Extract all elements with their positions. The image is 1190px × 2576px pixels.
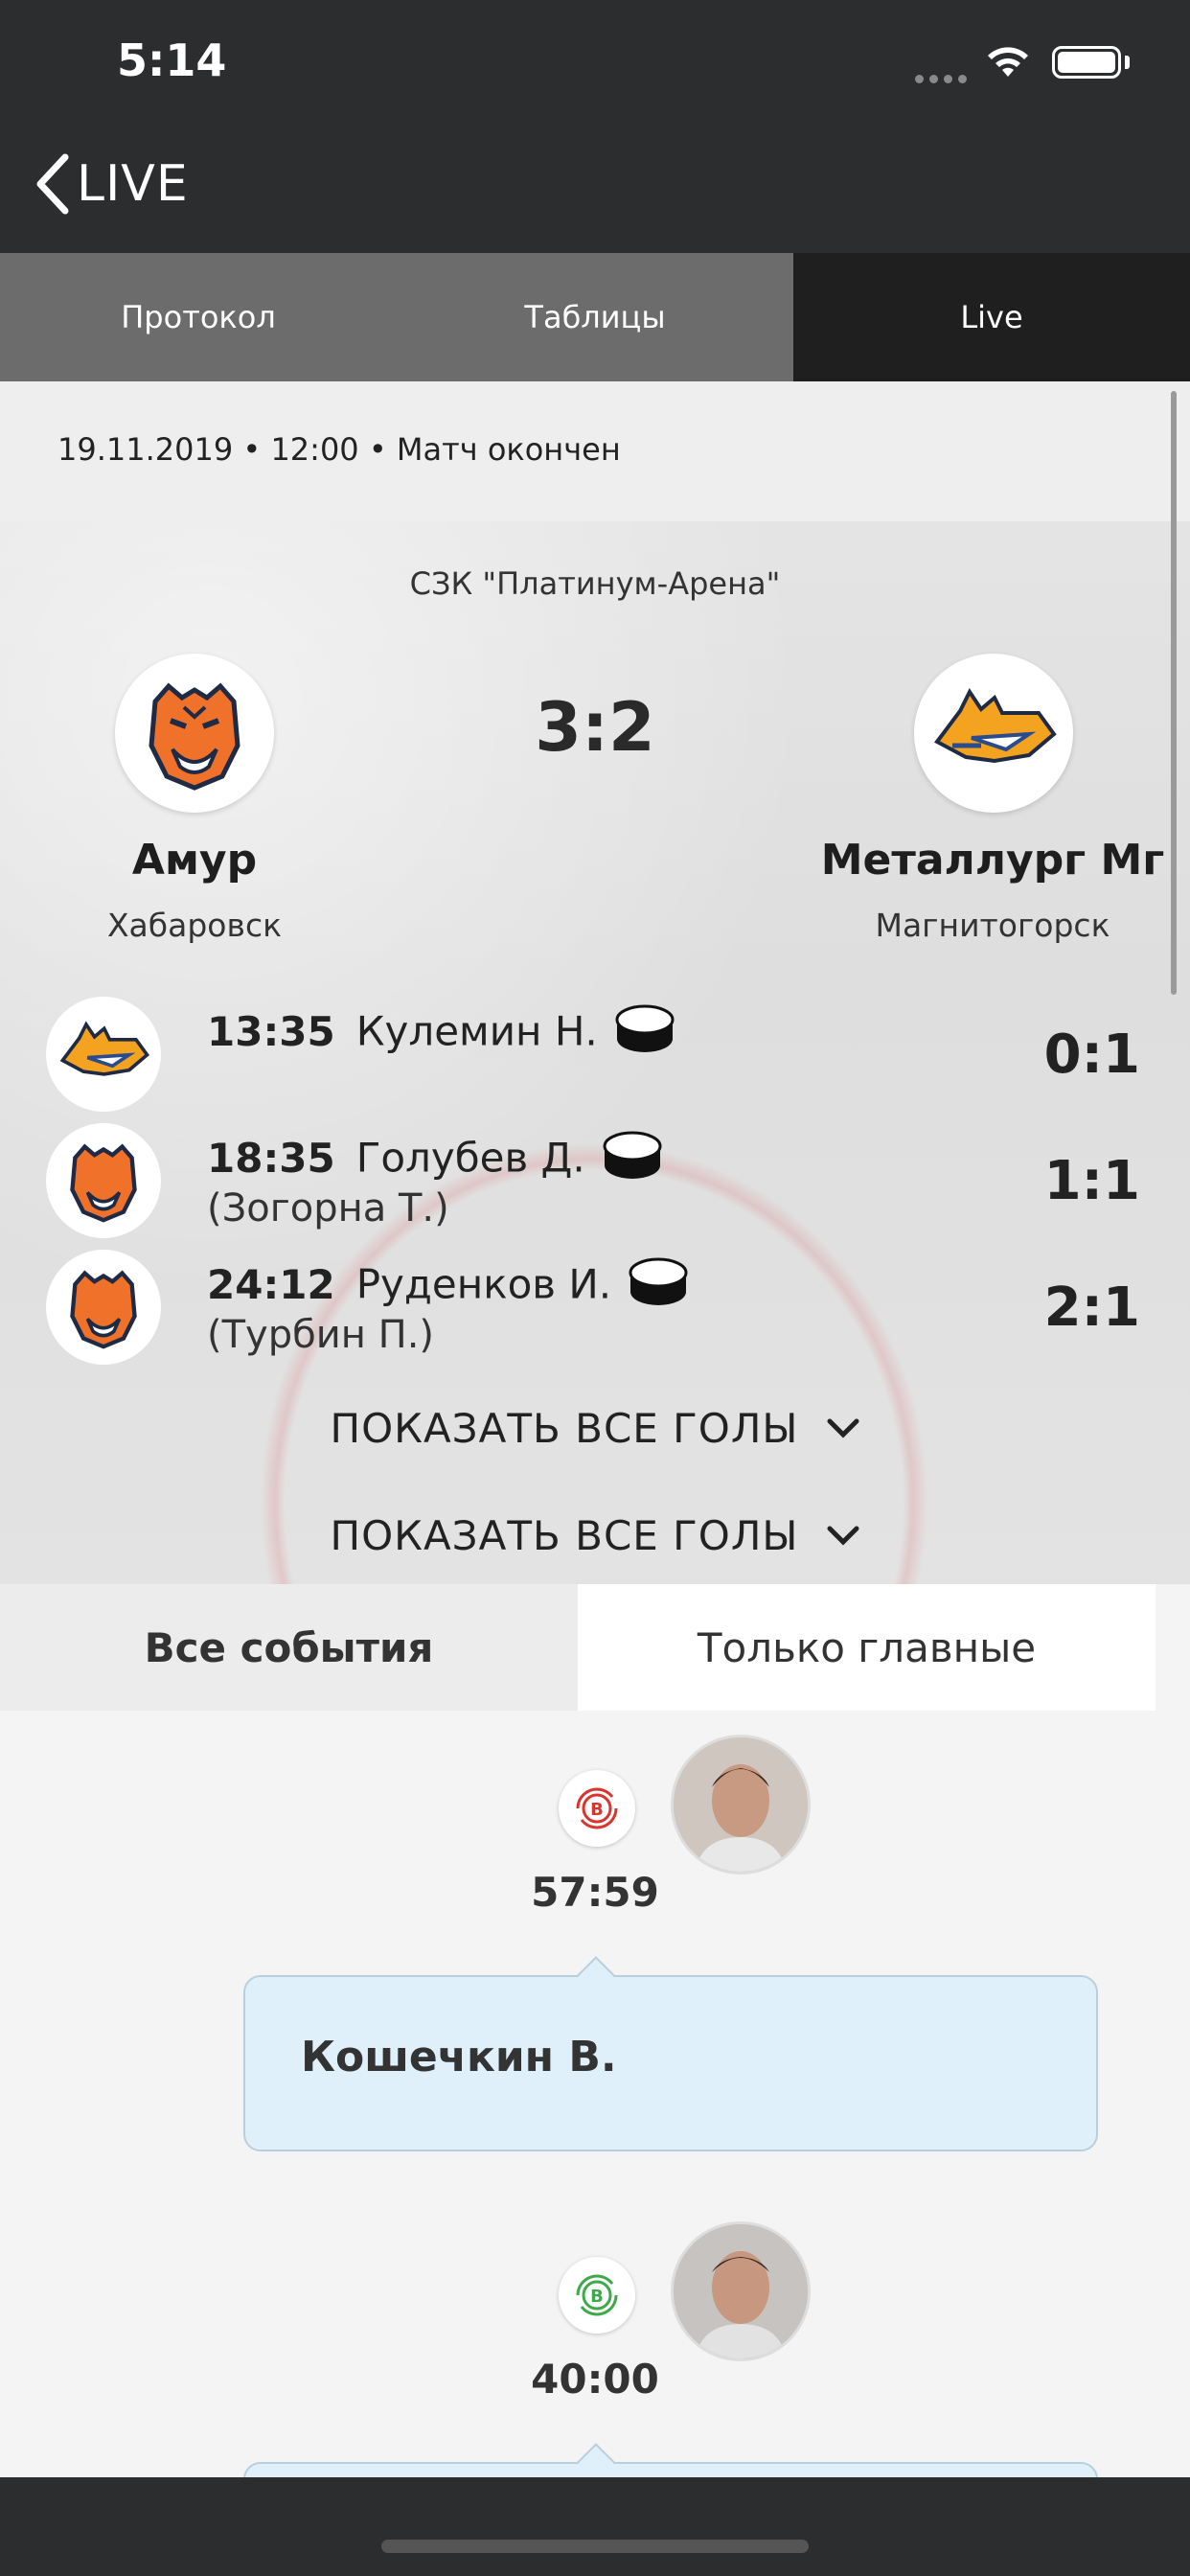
- show-all-goals-button[interactable]: ПОКАЗАТЬ ВСЕ ГОЛЫ: [0, 1405, 1190, 1452]
- show-all-label: ПОКАЗАТЬ ВСЕ ГОЛЫ: [330, 1512, 799, 1559]
- home-team-city: Хабаровск: [106, 907, 283, 944]
- back-label: LIVE: [77, 155, 189, 213]
- goalie-change-icon: В: [559, 1770, 635, 1847]
- puck-icon: [629, 1255, 688, 1319]
- event-icon-letter: В: [590, 1800, 604, 1820]
- chevron-down-icon: [826, 1512, 860, 1559]
- home-indicator[interactable]: [381, 2540, 809, 2553]
- goal-row[interactable]: 13:35 Кулемин Н. 0:1: [0, 997, 1190, 1116]
- tab-main-events[interactable]: Только главные: [578, 1584, 1156, 1711]
- event-bubble: [243, 2462, 1098, 2477]
- match-score: 3:2: [535, 688, 655, 767]
- away-team-city: Магнитогорск: [875, 907, 1110, 944]
- tab-live[interactable]: Live: [793, 253, 1190, 381]
- back-button[interactable]: LIVE: [33, 153, 189, 215]
- venue: СЗК "Платинум-Арена": [409, 565, 781, 602]
- goal-assist: (Зогорна Т.): [207, 1186, 449, 1230]
- chevron-down-icon: [826, 1405, 860, 1452]
- wolf-logo-icon: [46, 997, 161, 1112]
- goal-row[interactable]: 18:35 Голубев Д. (Зогорна Т.) 1:1: [0, 1123, 1190, 1242]
- tab-protocol[interactable]: Протокол: [0, 253, 397, 381]
- goal-time: 13:35: [207, 1007, 335, 1055]
- away-team-name[interactable]: Металлург Мг: [753, 836, 1190, 885]
- tab-tables[interactable]: Таблицы: [397, 253, 793, 381]
- event-time: 57:59: [531, 1869, 659, 1916]
- tab-all-events[interactable]: Все события: [0, 1584, 578, 1711]
- show-all-goals-button[interactable]: ПОКАЗАТЬ ВСЕ ГОЛЫ: [0, 1512, 1190, 1559]
- battery-tip: [1125, 56, 1130, 69]
- goal-scorer: Голубев Д.: [355, 1134, 585, 1182]
- event-time: 40:00: [531, 2356, 659, 2403]
- goal-time: 18:35: [207, 1134, 335, 1182]
- goalie-change-icon: В: [559, 2257, 635, 2334]
- match-summary: 19.11.2019 • 12:00 • Матч окончен СЗК "П…: [0, 381, 1190, 1584]
- goal-info: 13:35 Кулемин Н.: [207, 1002, 675, 1066]
- goal-assist: (Турбин П.): [207, 1313, 435, 1357]
- goal-info: 24:12 Руденков И.: [207, 1255, 688, 1319]
- goal-scorer: Кулемин Н.: [355, 1007, 598, 1055]
- battery-icon: [1052, 46, 1121, 79]
- goal-score: 1:1: [1043, 1150, 1140, 1212]
- goal-time: 24:12: [207, 1260, 335, 1308]
- match-date: 19.11.2019 • 12:00 • Матч окончен: [57, 431, 621, 468]
- tiger-logo-icon: [46, 1123, 161, 1238]
- bottom-bar: [0, 2477, 1190, 2576]
- puck-icon: [615, 1002, 675, 1066]
- event-text: Кошечкин В.: [301, 2033, 617, 2082]
- goal-info: 18:35 Голубев Д.: [207, 1129, 662, 1192]
- goal-scorer: Руденков И.: [355, 1260, 612, 1308]
- event-filter-tabs: Все события Только главные: [0, 1584, 1156, 1711]
- player-avatar[interactable]: [671, 2221, 811, 2361]
- chevron-left-icon: [36, 153, 69, 215]
- status-time: 5:14: [117, 34, 227, 86]
- show-all-label: ПОКАЗАТЬ ВСЕ ГОЛЫ: [330, 1405, 799, 1452]
- home-team-name[interactable]: Амур: [0, 836, 434, 885]
- event-feed[interactable]: В 57:59 Кошечкин В. В 40:00: [0, 1711, 1190, 2477]
- puck-icon: [603, 1129, 662, 1192]
- tab-bar: Протокол Таблицы Live: [0, 253, 1190, 381]
- event-bubble: Кошечкин В.: [243, 1975, 1098, 2151]
- wifi-icon: [984, 42, 1032, 84]
- goal-row[interactable]: 24:12 Руденков И. (Турбин П.) 2:1: [0, 1250, 1190, 1368]
- signal-icon: [915, 69, 973, 87]
- player-avatar[interactable]: [671, 1735, 811, 1874]
- goal-score: 2:1: [1043, 1276, 1140, 1339]
- tiger-logo-icon: [46, 1250, 161, 1365]
- goal-score: 0:1: [1043, 1024, 1140, 1086]
- event-icon-letter: В: [590, 2287, 604, 2307]
